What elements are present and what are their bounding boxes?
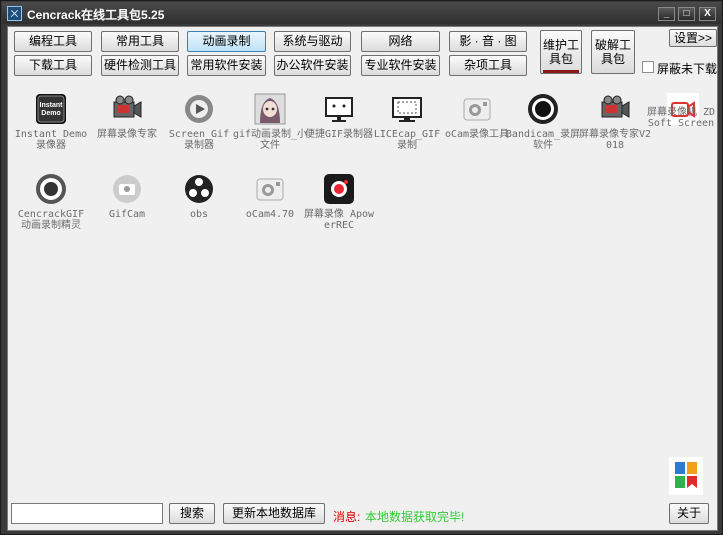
tool-label: Screen_Gif 录制器 — [168, 129, 230, 151]
tool-label: oCam录像工具 — [444, 129, 510, 140]
tool-item[interactable]: Bandicam_录屏软件 — [505, 83, 581, 157]
record-dot-icon — [36, 174, 66, 204]
checkbox-box[interactable] — [642, 61, 654, 73]
about-button[interactable]: 关于 — [669, 503, 709, 524]
update-database-button[interactable]: 更新本地数据库 — [223, 503, 325, 524]
apowerrec-icon — [324, 174, 354, 204]
selected-indicator — [543, 70, 579, 73]
tool-item[interactable]: GifCam — [89, 163, 165, 237]
tool-item[interactable]: Screen_Gif 录制器 — [161, 83, 237, 157]
category-animation-recording-button[interactable]: 动画录制 — [187, 31, 266, 52]
tool-label: CencrackGIF 动画录制精灵 — [17, 209, 85, 231]
gifcam-icon — [113, 175, 141, 203]
tool-item[interactable]: obs — [161, 163, 237, 237]
search-input[interactable] — [11, 503, 163, 524]
tool-item[interactable]: 便捷GIF录制器 — [301, 83, 377, 157]
settings-button[interactable]: 设置>> — [669, 29, 717, 47]
tool-item[interactable]: 屏幕录像 ApowerREC — [301, 163, 377, 237]
ocam-icon — [463, 98, 491, 121]
bandicam-record-icon — [528, 94, 558, 124]
tool-label: obs — [189, 209, 209, 220]
tool-label: Bandicam_录屏软件 — [505, 129, 581, 151]
ocam-icon — [256, 178, 284, 201]
tool-item[interactable]: CencrackGIF 动画录制精灵 — [13, 163, 89, 237]
film-camera-icon — [601, 95, 630, 118]
category-download-button[interactable]: 下载工具 — [14, 55, 92, 76]
tool-label: oCam4.70 — [245, 209, 295, 220]
svg-text:Demo: Demo — [41, 110, 60, 117]
tool-item[interactable]: oCam4.70 — [232, 163, 308, 237]
close-button[interactable]: X — [699, 7, 716, 21]
tool-item[interactable]: 屏幕录像专家V2018 — [577, 83, 653, 157]
search-button[interactable]: 搜索 — [169, 503, 215, 524]
monitor-icon — [325, 97, 353, 122]
tool-label: 屏幕录像机 ZD Soft Screen — [646, 107, 716, 129]
tool-label: 便捷GIF录制器 — [304, 129, 374, 140]
maintenance-pack-label: 维护工具包 — [542, 38, 579, 66]
tool-label: 屏幕录像专家V2018 — [578, 129, 652, 151]
tool-item[interactable]: Instant Demo Instant Demo 录像器 — [13, 83, 89, 157]
app-icon — [7, 6, 22, 21]
tool-list: Instant Demo Instant Demo 录像器 屏幕录像专家 Scr… — [9, 83, 717, 498]
category-common-software-button[interactable]: 常用软件安装 — [187, 55, 266, 76]
anime-girl-icon — [254, 93, 286, 125]
category-programming-button[interactable]: 编程工具 — [14, 31, 92, 52]
tool-item[interactable]: 屏幕录像专家 — [89, 83, 165, 157]
window-title: Cencrack在线工具包5.25 — [27, 8, 165, 22]
tool-item[interactable]: oCam录像工具 — [439, 83, 515, 157]
svg-text:Instant: Instant — [40, 102, 64, 109]
category-office-software-button[interactable]: 办公软件安装 — [274, 55, 351, 76]
play-circle-icon — [185, 95, 213, 123]
main-window: Cencrack在线工具包5.25 _ □ X 编程工具 常用工具 动画录制 系… — [0, 0, 723, 535]
tool-label: 屏幕录像 ApowerREC — [303, 209, 375, 231]
crack-pack-button[interactable]: 破解工具包 — [591, 30, 635, 74]
category-professional-software-button[interactable]: 专业软件安装 — [361, 55, 440, 76]
obs-icon — [185, 175, 213, 203]
maximize-button[interactable]: □ — [678, 7, 695, 21]
title-bar[interactable]: Cencrack在线工具包5.25 _ □ X — [2, 2, 721, 24]
category-media-button[interactable]: 影 · 音 · 图 — [449, 31, 527, 52]
crack-pack-label: 破解工具包 — [594, 38, 631, 66]
category-common-tools-button[interactable]: 常用工具 — [101, 31, 179, 52]
tool-label: GifCam — [108, 209, 146, 220]
tool-item[interactable]: gif动画录制_小文件 — [232, 83, 308, 157]
tool-label: 屏幕录像专家 — [97, 129, 157, 140]
status-message: 本地数据获取完毕! — [365, 510, 465, 524]
category-network-button[interactable]: 网络 — [361, 31, 440, 52]
film-camera-icon — [113, 95, 142, 118]
category-system-drivers-button[interactable]: 系统与驱动 — [274, 31, 351, 52]
client-area: 编程工具 常用工具 动画录制 系统与驱动 网络 影 · 音 · 图 下载工具 硬… — [7, 26, 718, 531]
status-prefix: 消息: — [333, 510, 361, 524]
windows-tiles-icon[interactable] — [669, 457, 703, 495]
minimize-button[interactable]: _ — [658, 7, 675, 21]
tool-label: gif动画录制_小文件 — [232, 129, 308, 151]
category-misc-button[interactable]: 杂项工具 — [449, 55, 527, 76]
tool-item[interactable]: LICEcap_GIF录制 — [369, 83, 445, 157]
tool-label: LICEcap_GIF录制 — [373, 129, 441, 151]
maintenance-pack-button[interactable]: 维护工具包 — [540, 30, 582, 74]
category-hardware-check-button[interactable]: 硬件检测工具 — [101, 55, 179, 76]
tool-label: Instant Demo 录像器 — [14, 129, 88, 151]
screen-capture-icon — [392, 97, 422, 122]
instant-demo-icon: Instant Demo — [36, 94, 66, 124]
checkbox-label: 屏蔽未下载 — [657, 62, 718, 76]
tool-item[interactable]: 屏幕录像机 ZD Soft Screen — [645, 83, 717, 157]
